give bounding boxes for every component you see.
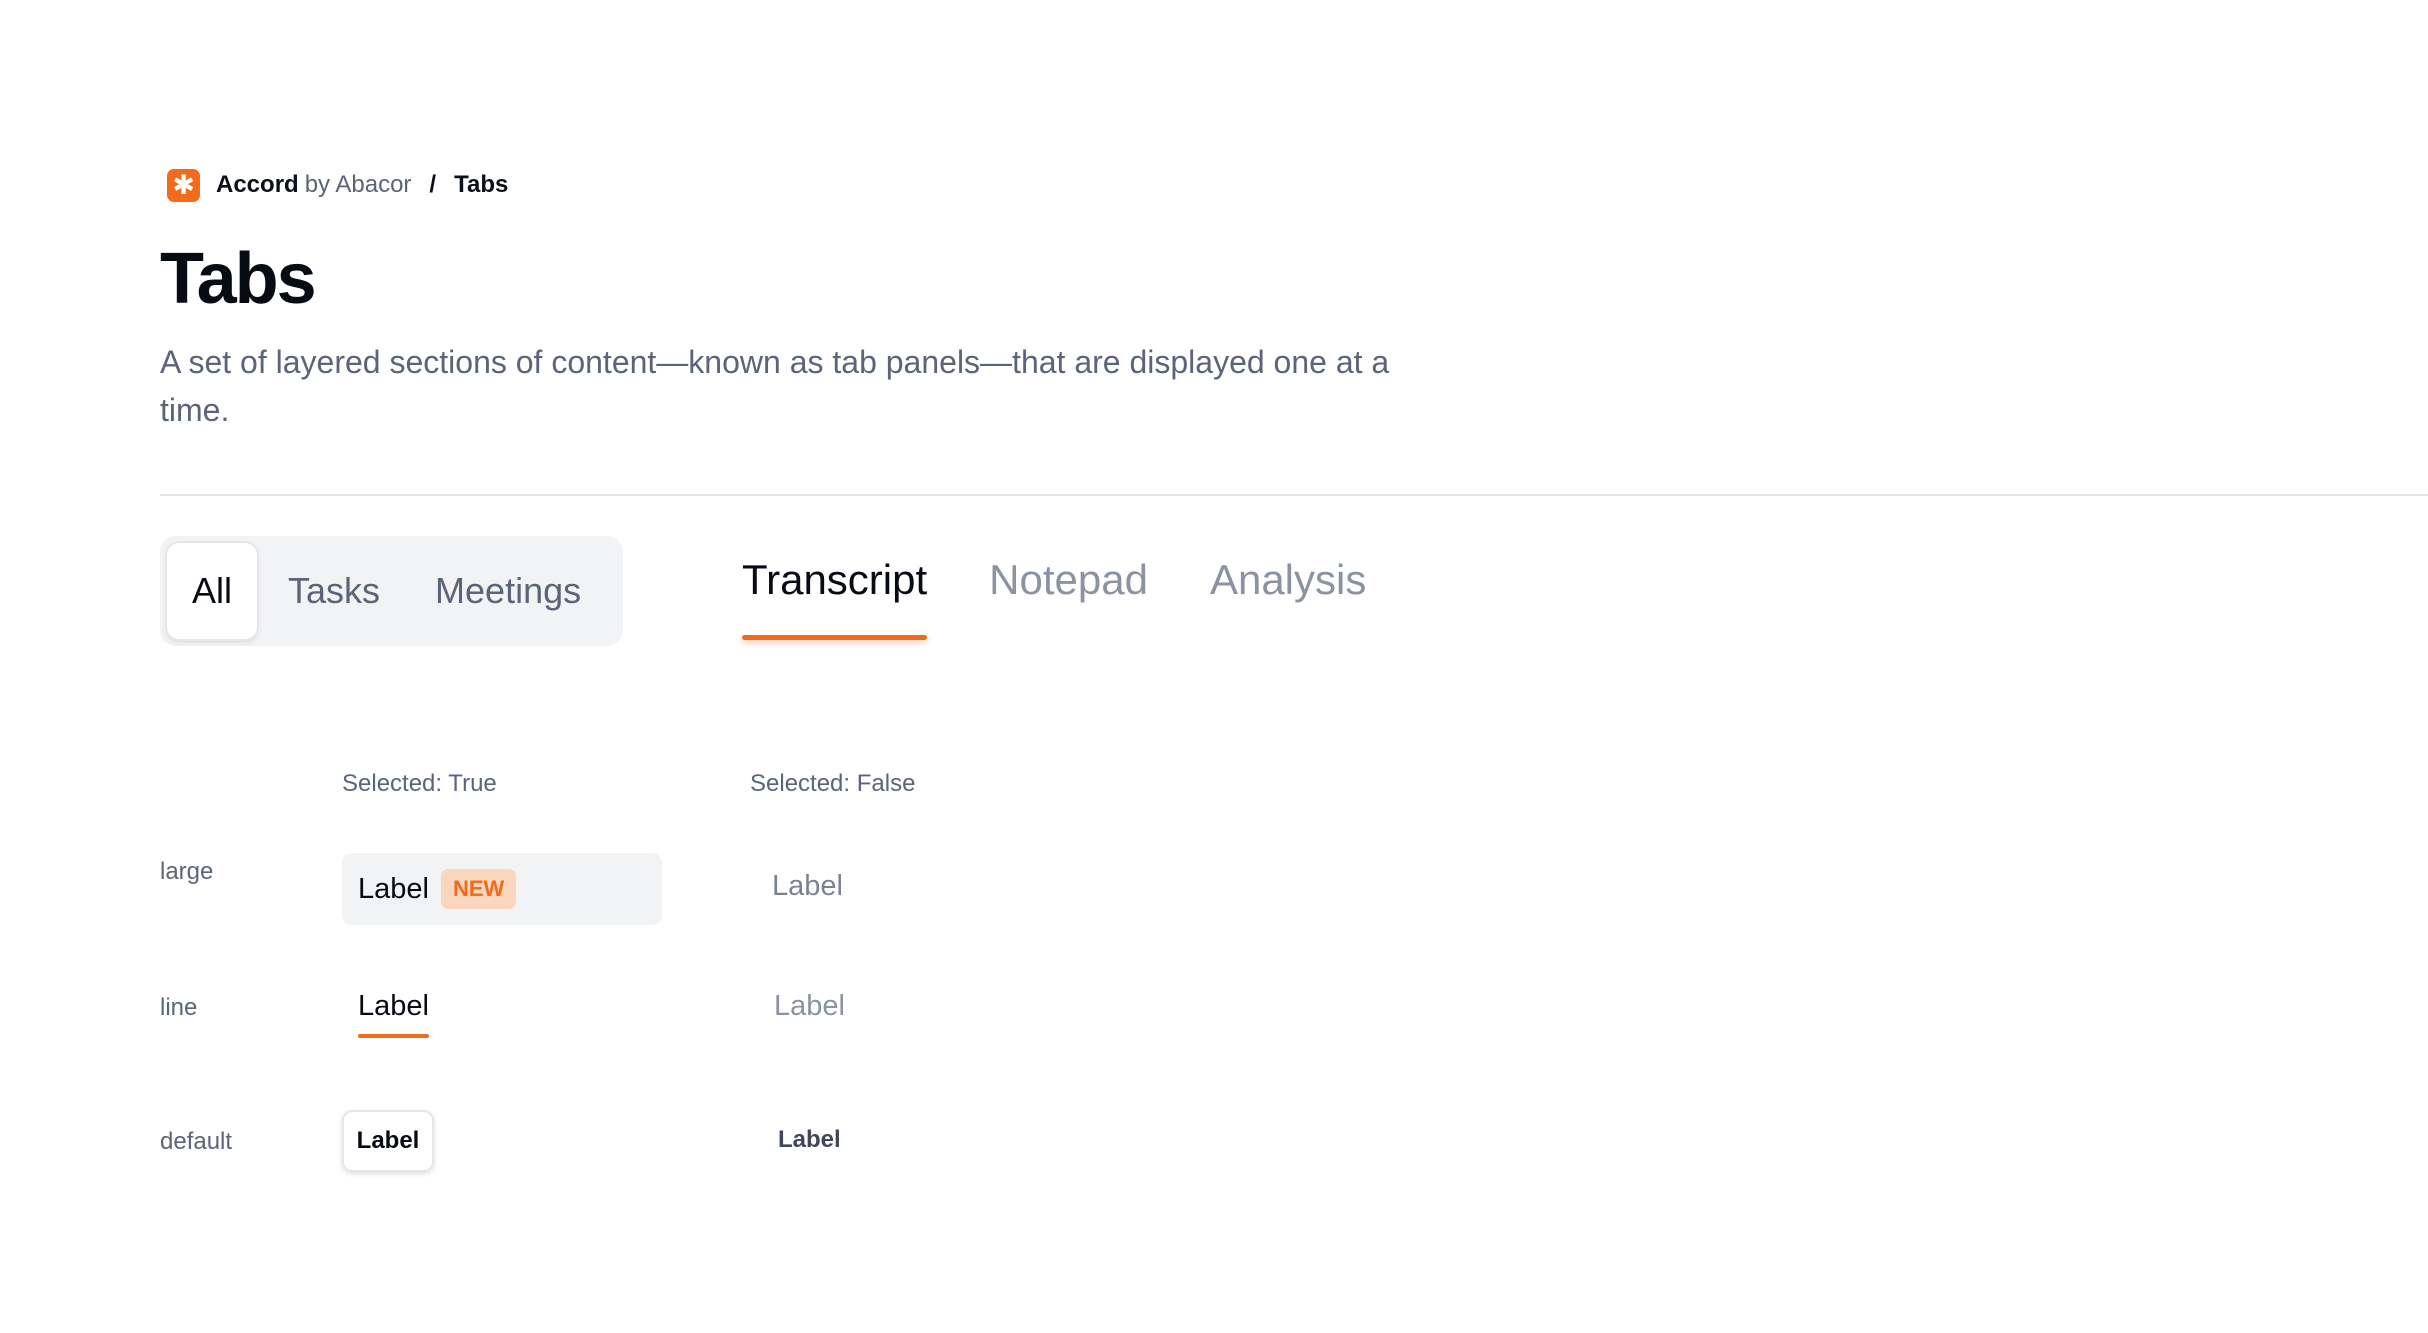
tab-large-selected[interactable]: Label NEW	[342, 853, 662, 925]
row-label-line: line	[160, 994, 198, 1021]
breadcrumb-current: Tabs	[454, 171, 509, 198]
tab-default-unselected[interactable]: Label	[778, 1126, 841, 1154]
tab-line-selected[interactable]: Label	[358, 990, 429, 1038]
row-label-large: large	[160, 858, 214, 885]
new-badge: NEW	[440, 869, 517, 909]
page-description: A set of layered sections of content—kno…	[160, 344, 1390, 428]
tab-line-unselected[interactable]: Label	[774, 990, 845, 1023]
section-divider	[160, 494, 2428, 496]
accord-logo-icon[interactable]: ✱	[167, 168, 200, 202]
row-label-default: default	[160, 1128, 233, 1155]
tab-meetings[interactable]: Meetings	[435, 543, 581, 639]
tab-default-selected[interactable]: Label	[342, 1110, 434, 1172]
page-title: Tabs	[160, 239, 317, 319]
breadcrumb-brand[interactable]: Accord	[216, 171, 299, 199]
breadcrumb-separator: /	[429, 171, 437, 198]
tab-large-unselected[interactable]: Label	[772, 870, 843, 903]
tab-notepad[interactable]: Notepad	[989, 556, 1148, 640]
breadcrumb: ✱ Accord by Abacor / Tabs	[167, 168, 508, 202]
tab-transcript[interactable]: Transcript	[742, 556, 928, 640]
breadcrumb-brand-suffix[interactable]: by Abacor	[305, 171, 412, 199]
column-header-selected-false: Selected: False	[750, 770, 916, 797]
tab-tasks[interactable]: Tasks	[288, 543, 380, 639]
column-header-selected-true: Selected: True	[342, 770, 497, 797]
line-tab-list: Transcript Notepad Analysis	[742, 556, 1366, 640]
tab-all[interactable]: All	[167, 543, 257, 639]
tab-analysis[interactable]: Analysis	[1210, 556, 1366, 640]
segmented-tab-list: All Tasks Meetings	[160, 536, 623, 646]
tab-label: Label	[358, 872, 429, 905]
